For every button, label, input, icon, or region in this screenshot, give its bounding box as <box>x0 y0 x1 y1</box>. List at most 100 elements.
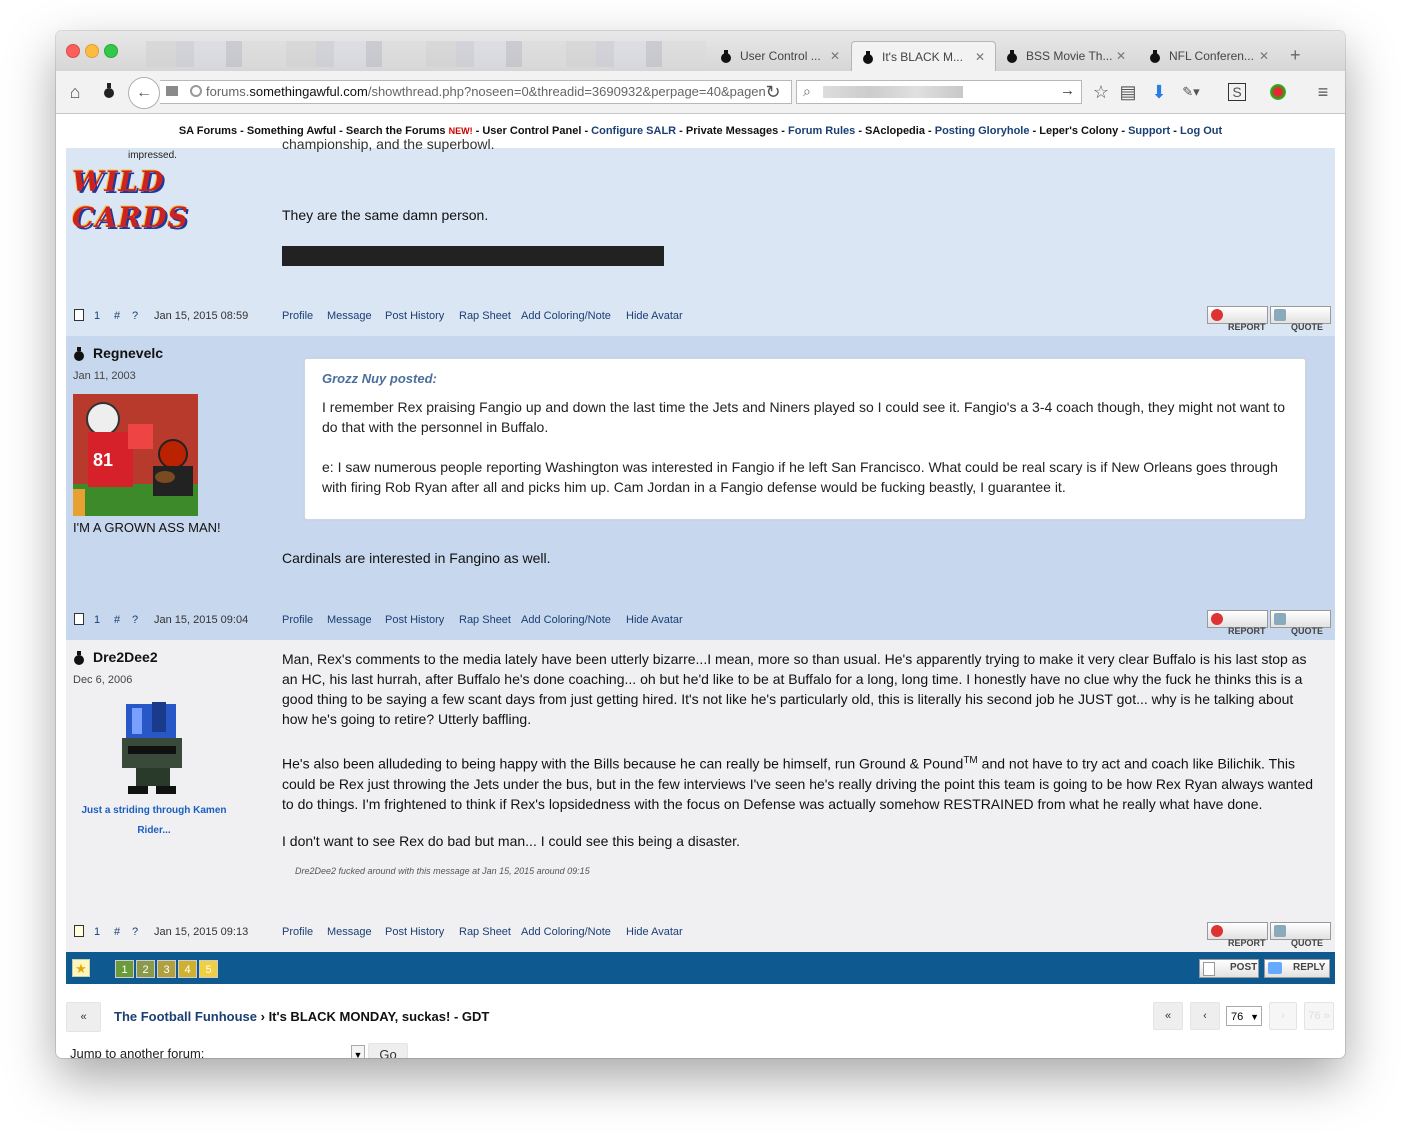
profile-link[interactable]: Profile <box>282 614 313 626</box>
post-paragraph-3: I don't want to see Rex do bad but man..… <box>282 833 740 849</box>
close-tab-icon[interactable]: ✕ <box>1116 49 1126 63</box>
nav-support[interactable]: Support <box>1128 125 1170 137</box>
post-button[interactable]: POST <box>1199 959 1259 978</box>
zoom-window-button[interactable] <box>104 44 118 58</box>
nav-posting-gloryhole[interactable]: Posting Gloryhole <box>935 125 1030 137</box>
rap-sheet-link[interactable]: Rap Sheet <box>459 926 511 938</box>
quote-author[interactable]: Grozz Nuy posted: <box>322 371 437 386</box>
rap-sheet-link[interactable]: Rap Sheet <box>459 310 511 322</box>
globe-icon <box>190 85 202 97</box>
nav-lepers-colony[interactable]: Leper's Colony <box>1039 125 1118 137</box>
post-permalink[interactable]: # <box>114 926 120 938</box>
post-action-bar: 1 # ? Jan 15, 2015 09:13 Profile Message… <box>66 914 1335 950</box>
page-select[interactable]: 76 ▼ <box>1226 1006 1262 1026</box>
page-2-button[interactable]: 2 <box>136 960 155 978</box>
unread-icon[interactable] <box>74 925 84 937</box>
go-button[interactable]: Go <box>368 1043 408 1058</box>
minimize-window-button[interactable] <box>85 44 99 58</box>
grenade-extension-icon[interactable] <box>98 81 120 103</box>
close-tab-icon[interactable]: ✕ <box>830 49 840 63</box>
tab-bss-movie[interactable]: BSS Movie Th... ✕ <box>996 41 1136 71</box>
new-tab-button[interactable]: + <box>1290 45 1301 66</box>
url-bar[interactable]: forums.somethingawful.com/showthread.php… <box>160 80 792 104</box>
post-number-link[interactable]: 1 <box>94 614 100 626</box>
quote-button[interactable]: QUOTE <box>1270 610 1331 636</box>
report-button[interactable]: REPORT <box>1207 610 1268 636</box>
report-button[interactable]: REPORT <box>1207 306 1268 332</box>
profile-link[interactable]: Profile <box>282 926 313 938</box>
s-extension-icon[interactable]: S <box>1228 83 1246 101</box>
post-author[interactable]: Dre2Dee2 <box>93 649 158 665</box>
tab-black-monday[interactable]: It's BLACK M... ✕ <box>851 41 996 71</box>
message-link[interactable]: Message <box>327 614 372 626</box>
unread-icon[interactable] <box>74 613 84 625</box>
post-1: impressed. WILD CARDS championship, and … <box>66 136 1335 336</box>
menu-icon[interactable]: ≡ <box>1312 81 1334 103</box>
quote-button[interactable]: QUOTE <box>1270 306 1331 332</box>
nav-forum-rules[interactable]: Forum Rules <box>788 125 855 137</box>
quote-button[interactable]: QUOTE <box>1270 922 1331 948</box>
first-page-button[interactable]: « <box>66 1002 101 1032</box>
nav-private-messages[interactable]: Private Messages <box>686 125 778 137</box>
back-button[interactable]: ← <box>128 77 160 109</box>
spoiler-bar[interactable] <box>282 246 664 266</box>
search-input[interactable]: ⌕ → <box>796 80 1082 104</box>
nav-saclopedia[interactable]: SAclopedia <box>865 125 925 137</box>
download-icon[interactable]: ⬇ <box>1148 81 1170 103</box>
unread-icon[interactable] <box>74 309 84 321</box>
post-3: Dre2Dee2 Dec 6, 2006 Just a striding thr… <box>66 640 1335 952</box>
nav-user-control-panel[interactable]: User Control Panel <box>482 125 581 137</box>
search-go-icon[interactable]: → <box>1060 82 1075 99</box>
add-coloring-link[interactable]: Add Coloring/Note <box>521 614 611 626</box>
forum-link[interactable]: The Football Funhouse <box>114 1009 257 1024</box>
reload-icon[interactable]: ↻ <box>762 81 784 103</box>
close-tab-icon[interactable]: ✕ <box>975 50 985 64</box>
home-icon[interactable]: ⌂ <box>64 81 86 103</box>
page-4-button[interactable]: 4 <box>178 960 197 978</box>
pager-prev-button[interactable]: ‹ <box>1190 1002 1220 1030</box>
page-1-button[interactable]: 1 <box>115 960 134 978</box>
color-extension-icon[interactable] <box>1270 84 1286 100</box>
hide-avatar-link[interactable]: Hide Avatar <box>626 310 683 322</box>
nav-sa-forums[interactable]: SA Forums <box>179 125 237 137</box>
post-question-link[interactable]: ? <box>132 926 138 938</box>
post-history-link[interactable]: Post History <box>385 310 444 322</box>
extension-icon[interactable]: ✎▾ <box>1180 81 1202 103</box>
add-coloring-link[interactable]: Add Coloring/Note <box>521 310 611 322</box>
post-number-link[interactable]: 1 <box>94 926 100 938</box>
rap-sheet-link[interactable]: Rap Sheet <box>459 614 511 626</box>
add-coloring-link[interactable]: Add Coloring/Note <box>521 926 611 938</box>
post-number-link[interactable]: 1 <box>94 310 100 322</box>
close-tab-icon[interactable]: ✕ <box>1259 49 1269 63</box>
post-permalink[interactable]: # <box>114 310 120 322</box>
reading-list-icon[interactable]: ▤ <box>1117 81 1139 103</box>
post-question-link[interactable]: ? <box>132 614 138 626</box>
pager-next-button[interactable]: › <box>1269 1002 1297 1030</box>
message-link[interactable]: Message <box>327 926 372 938</box>
post-question-link[interactable]: ? <box>132 310 138 322</box>
profile-link[interactable]: Profile <box>282 310 313 322</box>
close-window-button[interactable] <box>66 44 80 58</box>
nav-configure-salr[interactable]: Configure SALR <box>591 125 676 137</box>
pager-first-button[interactable]: « <box>1153 1002 1183 1030</box>
post-author[interactable]: Regnevelc <box>93 345 163 361</box>
post-permalink[interactable]: # <box>114 614 120 626</box>
pager-last-button[interactable]: 76 » <box>1304 1002 1334 1030</box>
post-history-link[interactable]: Post History <box>385 926 444 938</box>
nav-log-out[interactable]: Log Out <box>1180 125 1222 137</box>
reply-button[interactable]: REPLY <box>1264 959 1330 978</box>
bookmark-star-icon[interactable]: ☆ <box>1090 81 1112 103</box>
post-2: Regnevelc Jan 11, 2003 81 I'M A GROWN AS… <box>66 336 1335 640</box>
page-3-button[interactable]: 3 <box>157 960 176 978</box>
forum-jump-select[interactable]: ▼ <box>351 1045 365 1058</box>
message-link[interactable]: Message <box>327 310 372 322</box>
hide-avatar-link[interactable]: Hide Avatar <box>626 614 683 626</box>
tab-nfl-conference[interactable]: NFL Conferen... ✕ <box>1139 41 1279 71</box>
tab-user-control[interactable]: User Control ... ✕ <box>710 41 850 71</box>
football-player-avatar: 81 <box>73 394 198 516</box>
bookmark-star-icon[interactable]: ★ <box>72 959 90 977</box>
report-button[interactable]: REPORT <box>1207 922 1268 948</box>
hide-avatar-link[interactable]: Hide Avatar <box>626 926 683 938</box>
page-5-button[interactable]: 5 <box>199 960 218 978</box>
post-history-link[interactable]: Post History <box>385 614 444 626</box>
